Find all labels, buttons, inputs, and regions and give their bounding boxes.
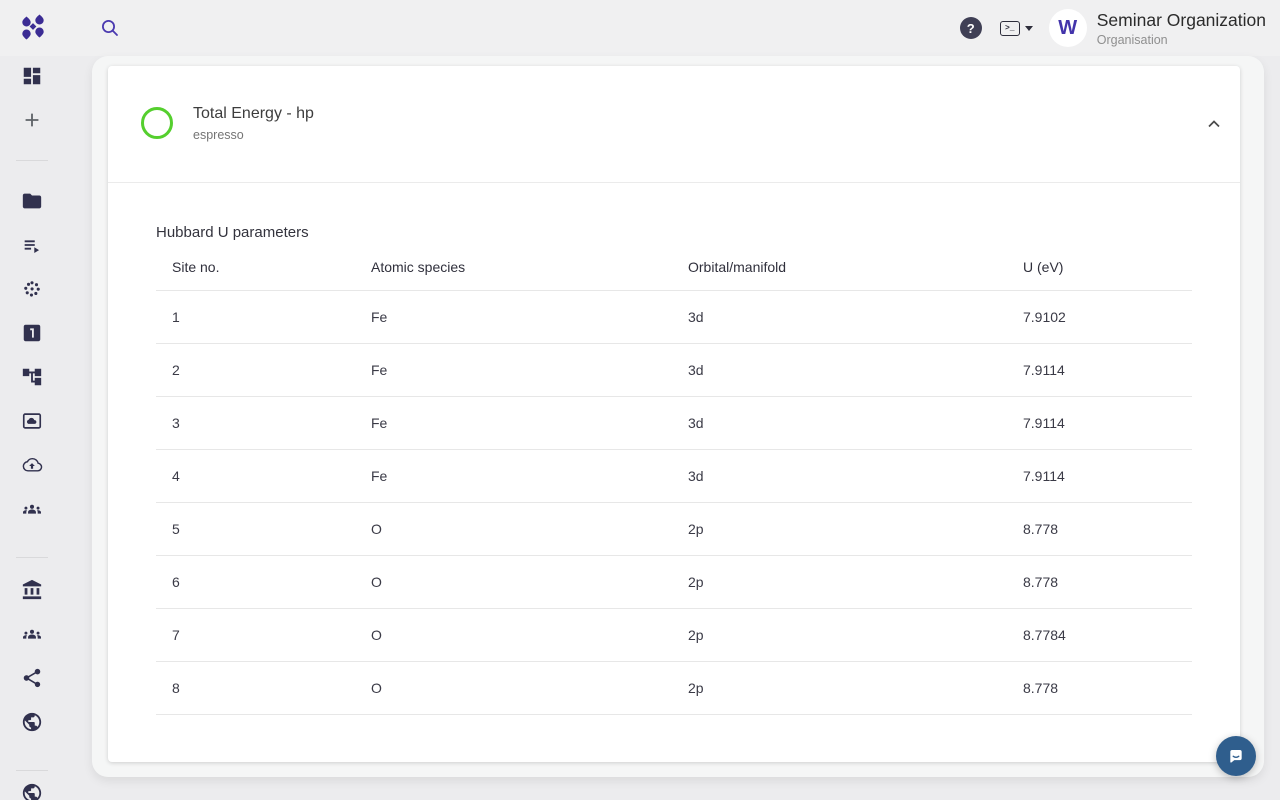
table-row: 8O2p8.778 [156,661,1192,714]
hubbard-table: Site no. Atomic species Orbital/manifold… [156,245,1192,715]
table-cell: 8.778 [1007,502,1192,555]
sidebar-nav [0,56,64,800]
explore-globe-partial-icon[interactable] [21,782,43,800]
table-cell: 8.7784 [1007,608,1192,661]
org-info[interactable]: Seminar Organization Organisation [1097,10,1266,47]
sidebar-divider [16,770,48,771]
table-cell: 3d [672,290,1007,343]
job-list-icon[interactable] [21,234,43,256]
members-icon[interactable] [21,623,43,645]
table-row: 2Fe3d7.9114 [156,343,1192,396]
dashboard-icon[interactable] [21,65,43,87]
table-cell: 2 [156,343,355,396]
process-card: Total Energy - hp espresso Hubbard U par… [108,66,1240,762]
groups-icon[interactable] [21,498,43,520]
share-icon[interactable] [21,667,43,689]
looks-one-icon[interactable] [21,322,43,344]
search-icon[interactable] [98,16,122,40]
table-row: 6O2p8.778 [156,555,1192,608]
table-cell: 8.778 [1007,555,1192,608]
table-cell: 5 [156,502,355,555]
table-cell: 2p [672,555,1007,608]
table-cell: 3 [156,396,355,449]
table-cell: O [355,661,672,714]
terminal-icon: >_ [1000,21,1020,36]
col-header-orbital: Orbital/manifold [672,245,1007,290]
table-row: 3Fe3d7.9114 [156,396,1192,449]
table-cell: 3d [672,343,1007,396]
help-icon[interactable]: ? [960,17,982,39]
table-cell: O [355,608,672,661]
app-logo-icon[interactable] [18,13,48,43]
chevron-up-icon[interactable] [1202,112,1226,136]
workflow-tree-icon[interactable] [21,366,43,388]
table-row: 5O2p8.778 [156,502,1192,555]
divider [108,182,1240,183]
col-header-site: Site no. [156,245,355,290]
add-icon[interactable] [21,109,43,131]
table-cell: Fe [355,449,672,502]
table-cell: 7 [156,608,355,661]
table-cell: 7.9114 [1007,449,1192,502]
table-cell: 7.9114 [1007,343,1192,396]
table-cell: O [355,502,672,555]
table-row: 7O2p8.7784 [156,608,1192,661]
institution-icon[interactable] [21,579,43,601]
table-body: 1Fe3d7.91022Fe3d7.91143Fe3d7.91144Fe3d7.… [156,290,1192,714]
avatar[interactable]: W [1049,9,1087,47]
table-cell: Fe [355,343,672,396]
table-row: 1Fe3d7.9102 [156,290,1192,343]
table-cell: 3d [672,396,1007,449]
table-cell: 7.9102 [1007,290,1192,343]
org-name: Seminar Organization [1097,10,1266,31]
table-cell: 2p [672,502,1007,555]
table-cell: O [355,555,672,608]
table-cell: 8 [156,661,355,714]
table-cell: 4 [156,449,355,502]
card-title: Total Energy - hp [193,104,314,123]
table-cell: 7.9114 [1007,396,1192,449]
table-header-row: Site no. Atomic species Orbital/manifold… [156,245,1192,290]
section-title: Hubbard U parameters [156,224,309,241]
col-header-u: U (eV) [1007,245,1192,290]
terminal-menu-button[interactable]: >_ [1000,21,1033,36]
org-type-label: Organisation [1097,33,1266,47]
col-header-species: Atomic species [355,245,672,290]
chat-launcher-button[interactable] [1216,736,1256,776]
card-subtitle: espresso [193,128,244,142]
chevron-down-icon [1025,26,1033,31]
table-row: 4Fe3d7.9114 [156,449,1192,502]
cloud-upload-icon[interactable] [21,454,43,476]
table-cell: Fe [355,290,672,343]
provenance-dots-icon[interactable] [21,278,43,300]
table-cell: 8.778 [1007,661,1192,714]
cloud-frame-icon[interactable] [21,410,43,432]
table-cell: 3d [672,449,1007,502]
explore-globe-icon[interactable] [21,711,43,733]
sidebar-divider [16,160,48,161]
table-cell: 2p [672,608,1007,661]
table-cell: 6 [156,555,355,608]
table-cell: 1 [156,290,355,343]
table-cell: 2p [672,661,1007,714]
folder-icon[interactable] [21,190,43,212]
sidebar-divider [16,557,48,558]
status-ring-icon [141,107,173,139]
top-bar: ? >_ W Seminar Organization Organisation [0,0,1280,56]
table-cell: Fe [355,396,672,449]
